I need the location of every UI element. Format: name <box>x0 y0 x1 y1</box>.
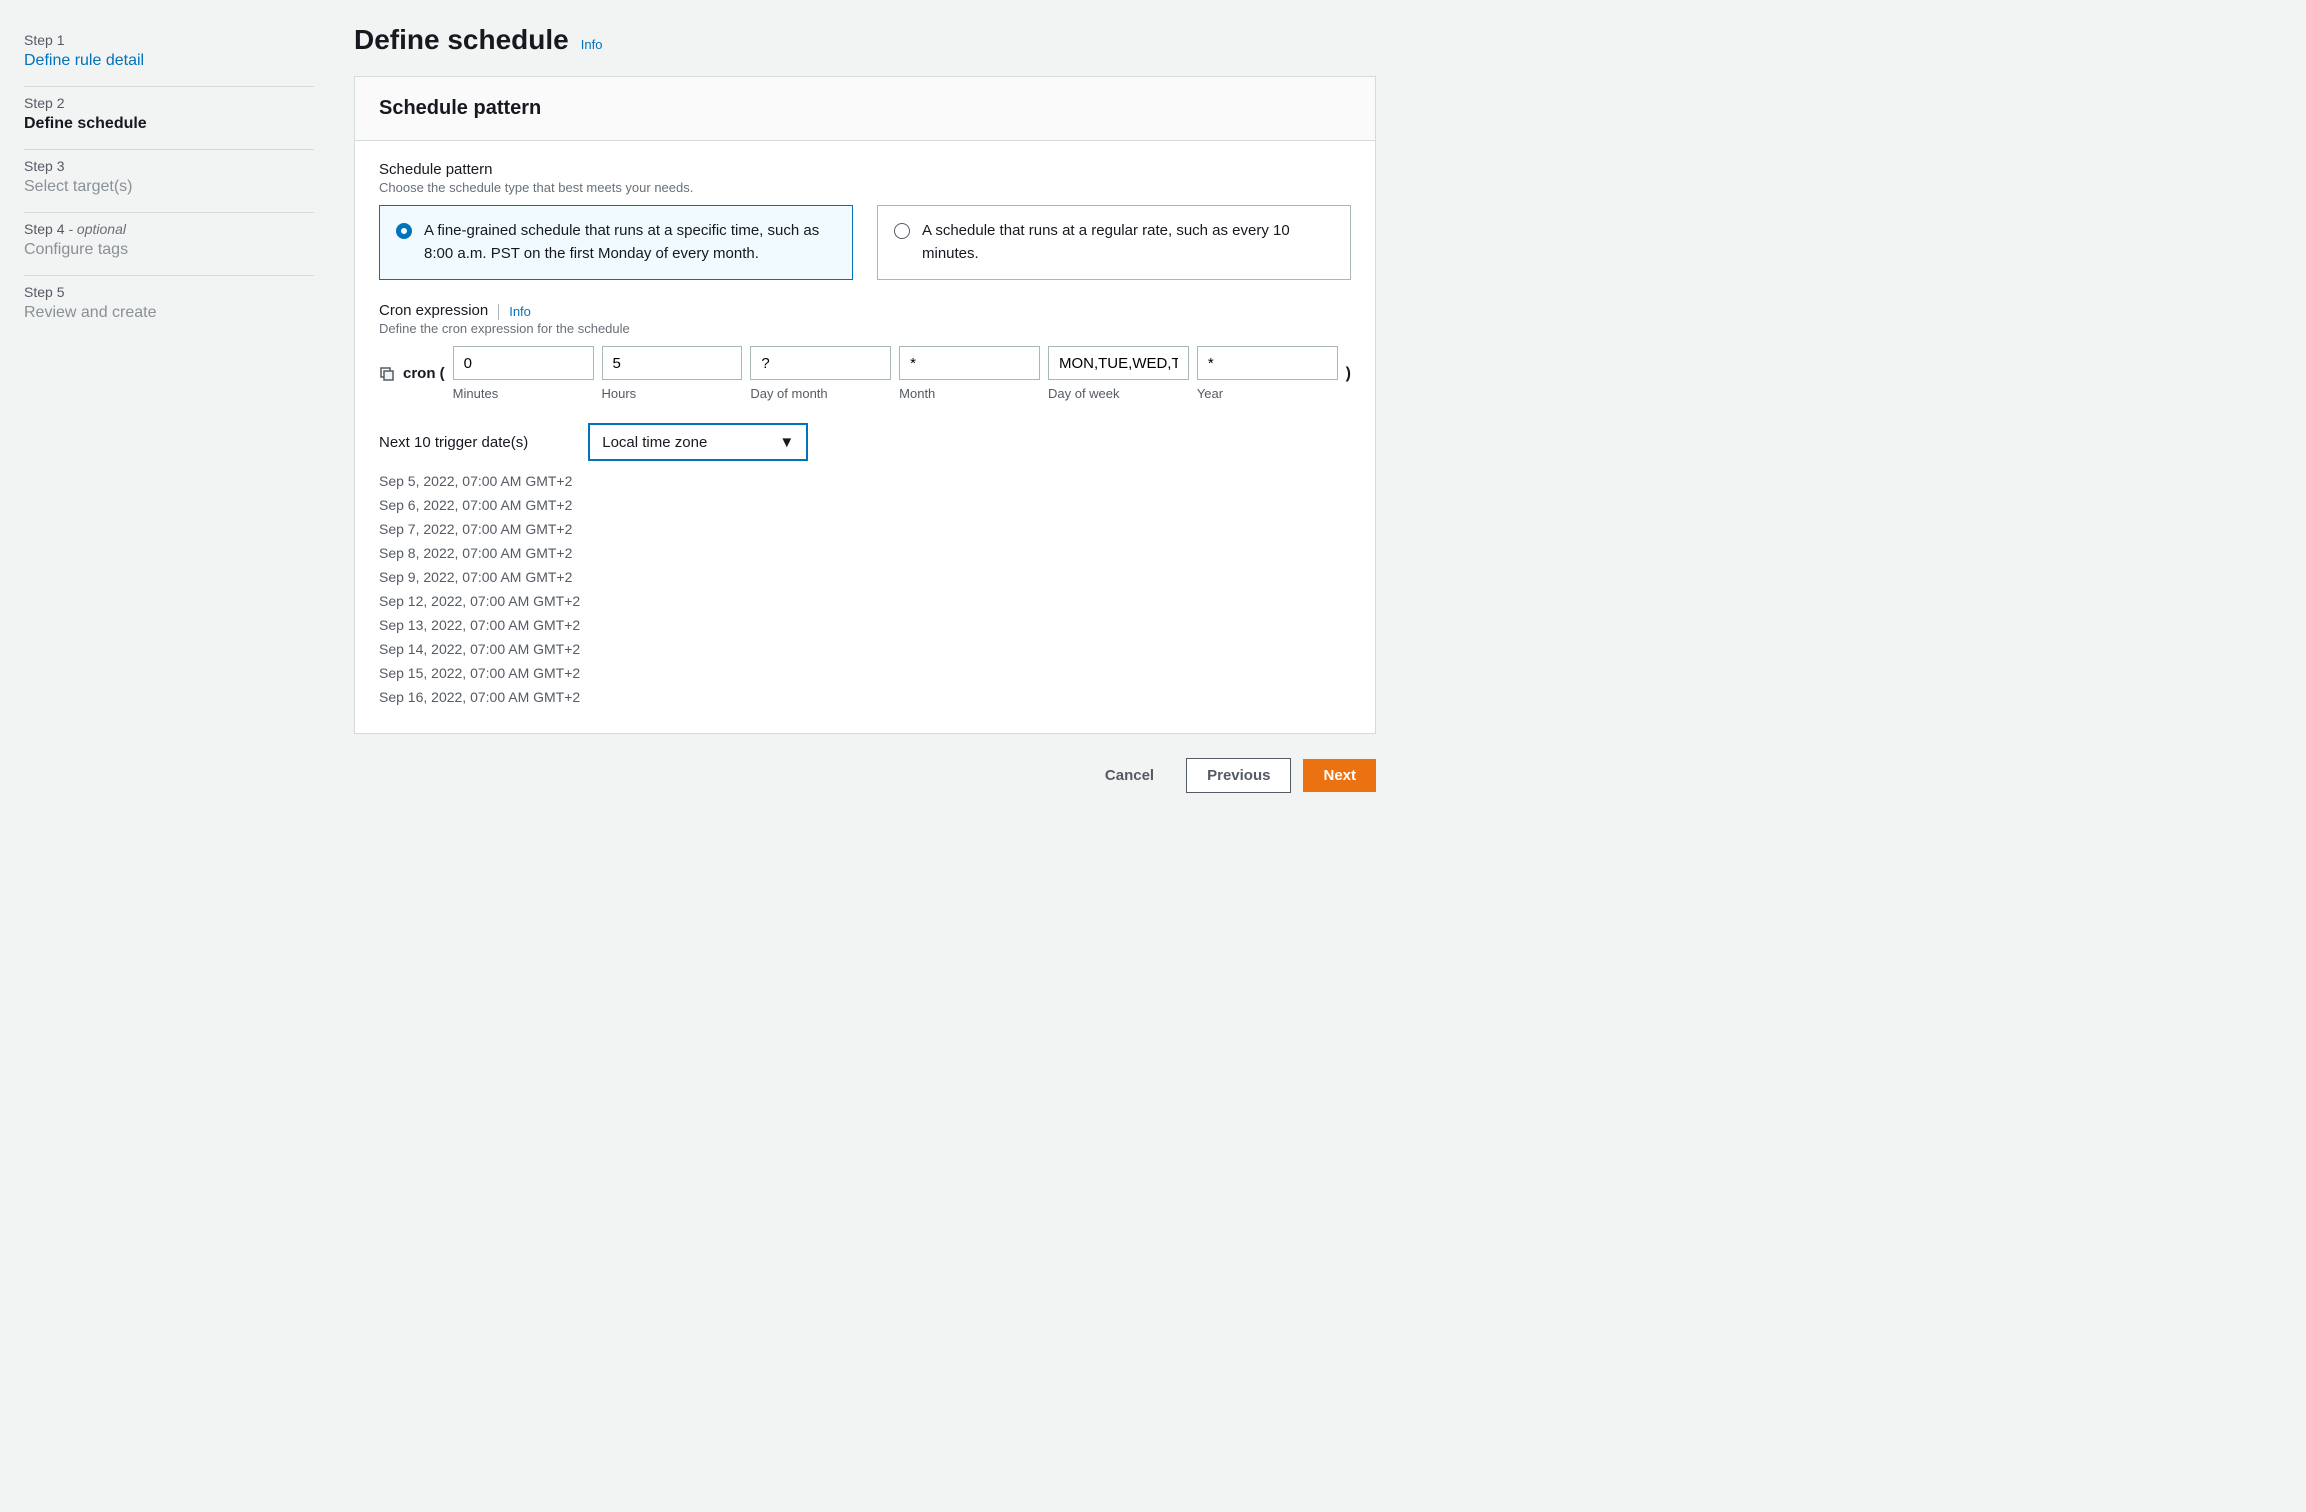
cron-dom-input[interactable] <box>750 346 891 380</box>
cron-minutes-input[interactable] <box>453 346 594 380</box>
cron-help: Define the cron expression for the sched… <box>379 321 1351 336</box>
step-5-title: Review and create <box>24 304 314 322</box>
cancel-button[interactable]: Cancel <box>1085 759 1174 792</box>
trigger-date: Sep 13, 2022, 07:00 AM GMT+2 <box>379 617 1351 633</box>
next-button[interactable]: Next <box>1303 759 1376 792</box>
cron-dow-input[interactable] <box>1048 346 1189 380</box>
previous-button[interactable]: Previous <box>1186 758 1291 793</box>
cron-year-input[interactable] <box>1197 346 1338 380</box>
trigger-date: Sep 7, 2022, 07:00 AM GMT+2 <box>379 521 1351 537</box>
panel-title: Schedule pattern <box>379 97 1351 120</box>
trigger-date: Sep 9, 2022, 07:00 AM GMT+2 <box>379 569 1351 585</box>
step-4-title: Configure tags <box>24 241 314 259</box>
trigger-date: Sep 14, 2022, 07:00 AM GMT+2 <box>379 641 1351 657</box>
trigger-dates-list: Sep 5, 2022, 07:00 AM GMT+2 Sep 6, 2022,… <box>379 473 1351 705</box>
cron-dow-label: Day of week <box>1048 386 1189 401</box>
cron-minutes-label: Minutes <box>453 386 594 401</box>
cron-hours-label: Hours <box>602 386 743 401</box>
radio-fine-text: A fine-grained schedule that runs at a s… <box>424 220 836 265</box>
trigger-date: Sep 8, 2022, 07:00 AM GMT+2 <box>379 545 1351 561</box>
cron-label: Cron expression <box>379 302 488 319</box>
trigger-label: Next 10 trigger date(s) <box>379 434 528 451</box>
step-4-label: Step 4 - optional <box>24 221 314 237</box>
timezone-value: Local time zone <box>602 434 707 451</box>
cron-hours-input[interactable] <box>602 346 743 380</box>
schedule-pattern-panel: Schedule pattern Schedule pattern Choose… <box>354 76 1376 734</box>
pattern-field-help: Choose the schedule type that best meets… <box>379 180 1351 195</box>
step-3-label: Step 3 <box>24 158 314 174</box>
step-5-label: Step 5 <box>24 284 314 300</box>
step-2-current: Define schedule <box>24 115 314 133</box>
cron-year-label: Year <box>1197 386 1338 401</box>
trigger-date: Sep 6, 2022, 07:00 AM GMT+2 <box>379 497 1351 513</box>
wizard-sidebar: Step 1 Define rule detail Step 2 Define … <box>24 24 314 793</box>
radio-rate-text: A schedule that runs at a regular rate, … <box>922 220 1334 265</box>
timezone-select[interactable]: Local time zone ▼ <box>588 423 808 461</box>
radio-rate[interactable]: A schedule that runs at a regular rate, … <box>877 205 1351 280</box>
radio-fine-grained[interactable]: A fine-grained schedule that runs at a s… <box>379 205 853 280</box>
page-title: Define schedule <box>354 24 569 56</box>
cron-dom-label: Day of month <box>750 386 891 401</box>
cron-month-label: Month <box>899 386 1040 401</box>
chevron-down-icon: ▼ <box>779 434 794 451</box>
cron-suffix: ) <box>1346 365 1351 383</box>
trigger-date: Sep 12, 2022, 07:00 AM GMT+2 <box>379 593 1351 609</box>
cron-info-link[interactable]: Info <box>509 304 531 319</box>
trigger-date: Sep 5, 2022, 07:00 AM GMT+2 <box>379 473 1351 489</box>
trigger-date: Sep 16, 2022, 07:00 AM GMT+2 <box>379 689 1351 705</box>
radio-selected-icon <box>396 223 412 239</box>
trigger-date: Sep 15, 2022, 07:00 AM GMT+2 <box>379 665 1351 681</box>
step-1-link[interactable]: Define rule detail <box>24 52 314 70</box>
cron-prefix: cron ( <box>403 365 445 382</box>
page-info-link[interactable]: Info <box>581 37 603 52</box>
copy-icon[interactable] <box>379 366 395 382</box>
cron-month-input[interactable] <box>899 346 1040 380</box>
pattern-field-label: Schedule pattern <box>379 161 1351 178</box>
step-3-title: Select target(s) <box>24 178 314 196</box>
radio-unselected-icon <box>894 223 910 239</box>
step-2-label: Step 2 <box>24 95 314 111</box>
step-1-label: Step 1 <box>24 32 314 48</box>
